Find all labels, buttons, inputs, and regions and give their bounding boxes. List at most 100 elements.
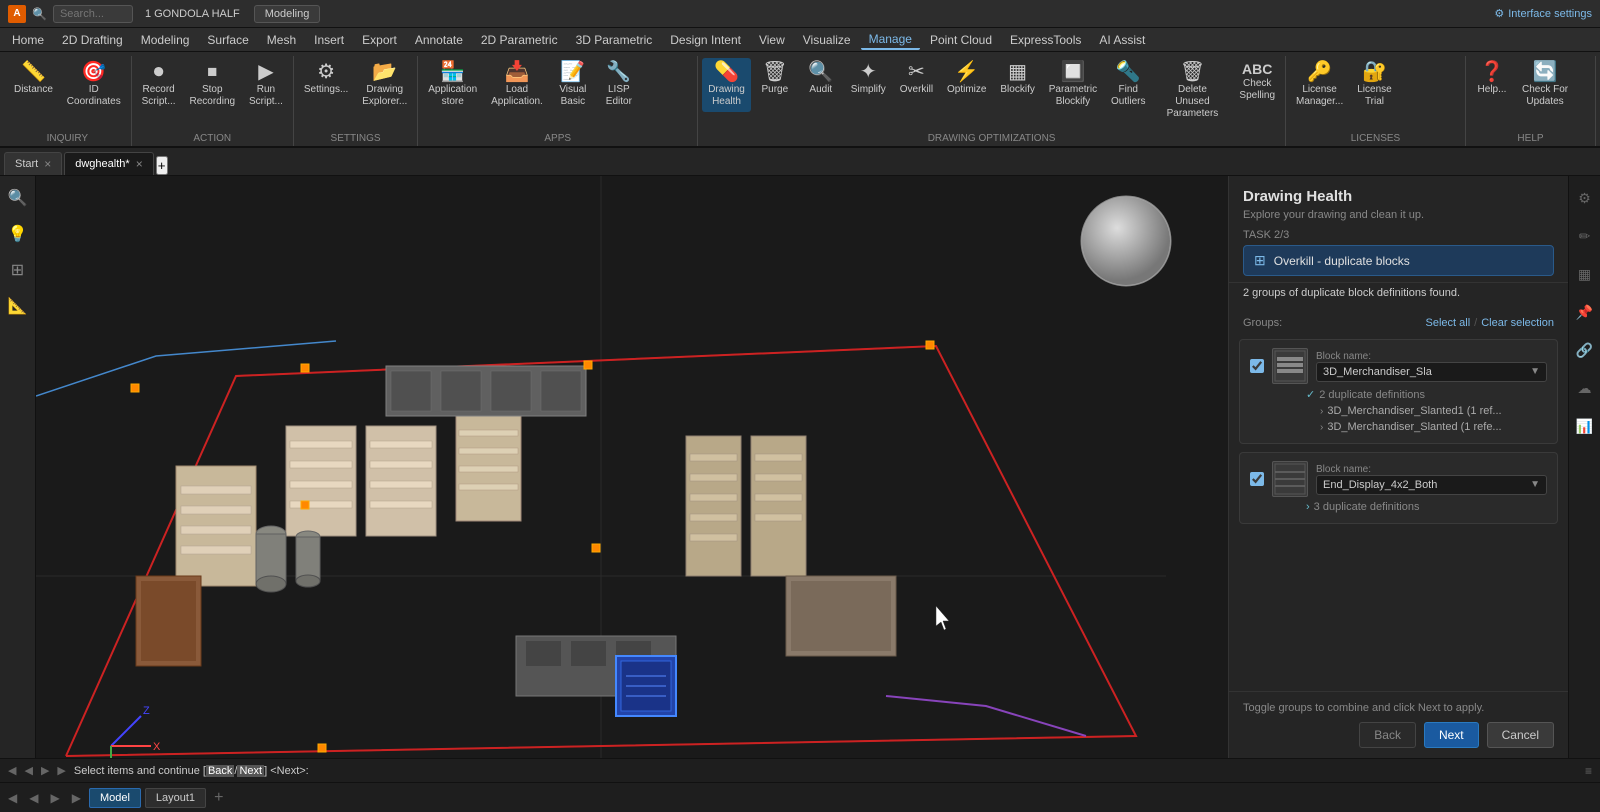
- ribbon-btn-run[interactable]: ▶ RunScript...: [243, 58, 289, 112]
- ribbon-btn-lisp[interactable]: 🔧 LISPEditor: [597, 58, 641, 112]
- ribbon-btn-license-manager[interactable]: 🔑 LicenseManager...: [1290, 58, 1349, 112]
- group2-checkbox[interactable]: [1250, 472, 1264, 486]
- layout-tab-model[interactable]: Model: [89, 788, 141, 808]
- menu-item-manage[interactable]: Manage: [861, 30, 920, 50]
- drawing-health-icon: 💊: [714, 62, 739, 82]
- parametric-blockify-icon: 🔲: [1060, 62, 1085, 82]
- next-button[interactable]: Next: [1424, 722, 1479, 748]
- layout-nav-prev[interactable]: ◀: [4, 791, 21, 805]
- menu-item-surface[interactable]: Surface: [199, 31, 256, 49]
- ribbon-btn-blockify[interactable]: ▦ Blockify: [994, 58, 1040, 100]
- tab-dwghealth-close[interactable]: ×: [136, 157, 143, 171]
- far-icon-link[interactable]: 🔗: [1571, 336, 1599, 364]
- layout-nav-left[interactable]: ◀: [25, 791, 42, 805]
- ribbon-btn-delete-unused[interactable]: 🗑 Delete UnusedParameters: [1153, 58, 1231, 124]
- add-tab-button[interactable]: +: [156, 156, 168, 175]
- menu-item-2d-drafting[interactable]: 2D Drafting: [54, 31, 131, 49]
- title-search-icon: 🔍: [32, 7, 47, 21]
- far-icon-grid[interactable]: ▦: [1571, 260, 1599, 288]
- far-icon-edit[interactable]: ✏: [1571, 222, 1599, 250]
- layout-nav-right[interactable]: ▶: [46, 791, 63, 805]
- check-updates-label: Check ForUpdates: [1522, 84, 1568, 108]
- group1-item-2[interactable]: › 3D_Merchandiser_Slanted (1 refe...: [1250, 419, 1547, 435]
- group1-checkbox[interactable]: [1250, 359, 1264, 373]
- ribbon-btn-optimize[interactable]: ⚡ Optimize: [941, 58, 992, 100]
- tab-bar: Start × dwghealth* × +: [0, 148, 1600, 176]
- ribbon-btn-overkill[interactable]: ✂ Overkill: [894, 58, 939, 100]
- ribbon-btn-check-updates[interactable]: 🔄 Check ForUpdates: [1516, 58, 1574, 112]
- ribbon-btn-load-app[interactable]: 📥 LoadApplication.: [485, 58, 549, 112]
- ribbon-btn-settings[interactable]: ⚙ Settings...: [298, 58, 354, 100]
- sidebar-icon-grid[interactable]: ⊞: [4, 256, 32, 284]
- menu-item-export[interactable]: Export: [354, 31, 405, 49]
- group2-name-dropdown[interactable]: End_Display_4x2_Both ▼: [1316, 475, 1547, 495]
- ribbon-btn-drawing-explorer[interactable]: 📂 DrawingExplorer...: [356, 58, 413, 112]
- right-panel: Drawing Health Explore your drawing and …: [1228, 176, 1568, 758]
- menu-item-point-cloud[interactable]: Point Cloud: [922, 31, 1000, 49]
- menu-item-expresstools[interactable]: ExpressTools: [1002, 31, 1089, 49]
- nav-prev[interactable]: ◀: [8, 764, 16, 777]
- sidebar-icon-measure[interactable]: 📐: [4, 292, 32, 320]
- ribbon-btn-app-store[interactable]: 🏪 Applicationstore: [422, 58, 483, 112]
- status-text: Select items and continue [Back/Next] <N…: [74, 765, 1577, 777]
- ribbon-btn-distance[interactable]: 📏 Distance: [8, 58, 59, 100]
- tab-start-close[interactable]: ×: [44, 157, 51, 171]
- ribbon-btn-help[interactable]: ❓ Help...: [1470, 58, 1514, 100]
- ribbon-btn-find-outliers[interactable]: 🔦 FindOutliers: [1105, 58, 1151, 112]
- group1-name-dropdown[interactable]: 3D_Merchandiser_Sla ▼: [1316, 362, 1547, 382]
- menu-item-annotate[interactable]: Annotate: [407, 31, 471, 49]
- interface-settings-btn[interactable]: ⚙ Interface settings: [1494, 7, 1592, 20]
- group1-item-1[interactable]: › 3D_Merchandiser_Slanted1 (1 ref...: [1250, 403, 1547, 419]
- menu-item-visualize[interactable]: Visualize: [795, 31, 859, 49]
- tab-dwghealth[interactable]: dwghealth* ×: [64, 152, 153, 175]
- layout-tab-layout1[interactable]: Layout1: [145, 788, 206, 808]
- tab-start[interactable]: Start ×: [4, 152, 62, 175]
- nav-right[interactable]: ▶: [41, 764, 49, 777]
- menu-item-home[interactable]: Home: [4, 31, 52, 49]
- ribbon-btn-visual-basic[interactable]: 📝 VisualBasic: [551, 58, 595, 112]
- menu-item-3d-parametric[interactable]: 3D Parametric: [568, 31, 661, 49]
- group-card-1: Block name: 3D_Merchandiser_Sla ▼ ✓ 2 du…: [1239, 339, 1558, 444]
- cancel-button[interactable]: Cancel: [1487, 722, 1554, 748]
- ribbon-btn-simplify[interactable]: ✦ Simplify: [845, 58, 892, 100]
- workspace-selector[interactable]: Modeling: [254, 5, 321, 23]
- layout-tab-add[interactable]: +: [210, 789, 227, 807]
- select-all-link[interactable]: Select all: [1426, 317, 1471, 329]
- checkmark-icon-2: ›: [1306, 501, 1310, 513]
- menu-item-view[interactable]: View: [751, 31, 793, 49]
- title-search-input[interactable]: [53, 5, 133, 23]
- menu-item-mesh[interactable]: Mesh: [259, 31, 304, 49]
- ribbon-btn-license-trial[interactable]: 🔐 LicenseTrial: [1351, 58, 1397, 112]
- license-trial-label: LicenseTrial: [1357, 84, 1391, 108]
- nav-last[interactable]: ▶: [57, 764, 65, 777]
- ribbon-btn-drawing-health[interactable]: 💊 DrawingHealth: [702, 58, 751, 112]
- far-icon-chart[interactable]: 📊: [1571, 412, 1599, 440]
- ribbon-btn-check-spelling[interactable]: ABC CheckSpelling: [1233, 58, 1281, 106]
- far-icon-pin[interactable]: 📌: [1571, 298, 1599, 326]
- file-name: 1 GONDOLA HALF: [145, 8, 240, 20]
- layout-nav-last[interactable]: ▶: [68, 791, 85, 805]
- ribbon-btn-stop[interactable]: ⏹ StopRecording: [184, 58, 242, 112]
- menu-item-ai-assist[interactable]: AI Assist: [1091, 31, 1153, 49]
- nav-left[interactable]: ◀: [24, 764, 32, 777]
- group2-name-label: Block name:: [1316, 464, 1547, 475]
- menu-item-design-intent[interactable]: Design Intent: [662, 31, 749, 49]
- viewport[interactable]: Z X Y: [36, 176, 1228, 758]
- far-icon-cloud[interactable]: ☁: [1571, 374, 1599, 402]
- group1-item2-label: 3D_Merchandiser_Slanted (1 refe...: [1327, 421, 1501, 433]
- back-button[interactable]: Back: [1359, 722, 1416, 748]
- menu-item-insert[interactable]: Insert: [306, 31, 352, 49]
- run-icon: ▶: [258, 62, 273, 82]
- menu-item-2d-parametric[interactable]: 2D Parametric: [473, 31, 566, 49]
- ribbon-btn-record[interactable]: ⏺ RecordScript...: [136, 58, 182, 112]
- sidebar-icon-search[interactable]: 🔍: [4, 184, 32, 212]
- ribbon-btn-parametric-blockify[interactable]: 🔲 ParametricBlockify: [1043, 58, 1103, 112]
- ribbon-btn-id-coordinates[interactable]: 🎯 ID Coordinates: [61, 58, 127, 112]
- menu-item-modeling[interactable]: Modeling: [133, 31, 198, 49]
- group2-thumbnail: [1272, 461, 1308, 497]
- ribbon-btn-purge[interactable]: 🗑 Purge: [753, 58, 797, 100]
- sidebar-icon-light[interactable]: 💡: [4, 220, 32, 248]
- clear-selection-link[interactable]: Clear selection: [1481, 317, 1554, 329]
- ribbon-btn-audit[interactable]: 🔍 Audit: [799, 58, 843, 100]
- far-icon-settings[interactable]: ⚙: [1571, 184, 1599, 212]
